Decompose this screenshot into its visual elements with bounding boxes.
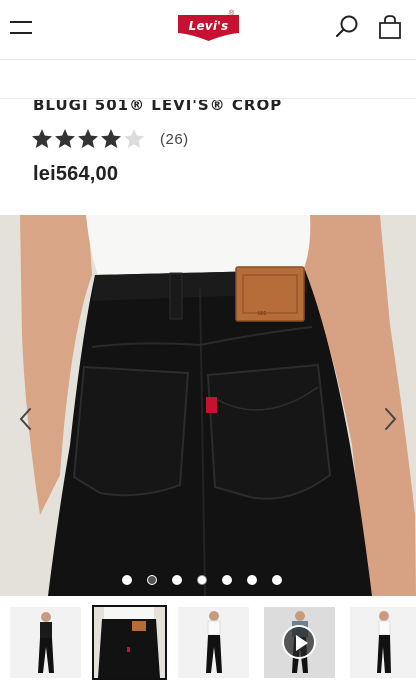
gallery-pagination-dots <box>122 575 297 587</box>
thumbnail-side[interactable] <box>350 607 416 678</box>
secondary-bar <box>0 61 416 99</box>
pagination-dot[interactable] <box>247 575 257 585</box>
search-icon[interactable] <box>334 14 360 40</box>
thumbnail-front[interactable] <box>10 607 81 678</box>
thumbnail-back-detail[interactable] <box>92 605 167 680</box>
product-title: BLUGI 501® LEVI'S® CROP <box>33 100 283 114</box>
chevron-left-icon[interactable] <box>14 405 38 433</box>
star-filled-icon <box>32 129 52 148</box>
menu-line <box>10 32 32 34</box>
rating-stars <box>31 128 146 150</box>
star-empty-icon <box>124 129 144 148</box>
star-filled-icon <box>78 129 98 148</box>
brand-logo[interactable]: Levi's ® <box>178 10 239 41</box>
thumbnail-front-waist[interactable] <box>178 607 249 678</box>
review-count[interactable]: (26) <box>160 131 189 148</box>
product-main-image: 501 <box>0 215 416 596</box>
hamburger-menu-icon[interactable] <box>10 18 34 38</box>
play-icon[interactable] <box>282 625 316 659</box>
pagination-dot[interactable] <box>222 575 232 585</box>
pagination-dot[interactable] <box>197 575 207 585</box>
site-header: Levi's ® <box>0 0 416 60</box>
product-image-gallery[interactable]: 501 <box>0 215 416 596</box>
thumbnail-strip <box>0 598 416 699</box>
star-filled-icon <box>101 129 121 148</box>
pagination-dot[interactable] <box>272 575 282 585</box>
product-title-wrap: BLUGI 501® LEVI'S® CROP <box>0 100 416 114</box>
star-filled-icon <box>55 129 75 148</box>
logo-text: Levi's <box>188 19 229 33</box>
product-price: lei564,00 <box>33 163 119 185</box>
product-rating[interactable]: (26) <box>31 126 189 152</box>
menu-line <box>10 21 32 23</box>
svg-text:501: 501 <box>258 311 267 317</box>
pagination-dot[interactable] <box>172 575 182 585</box>
pagination-dot[interactable] <box>147 575 157 585</box>
logo-registered-mark: ® <box>229 10 235 17</box>
thumbnail-video[interactable] <box>264 607 335 678</box>
chevron-right-icon[interactable] <box>378 405 402 433</box>
pagination-dot[interactable] <box>122 575 132 585</box>
shopping-bag-icon[interactable] <box>377 14 403 40</box>
